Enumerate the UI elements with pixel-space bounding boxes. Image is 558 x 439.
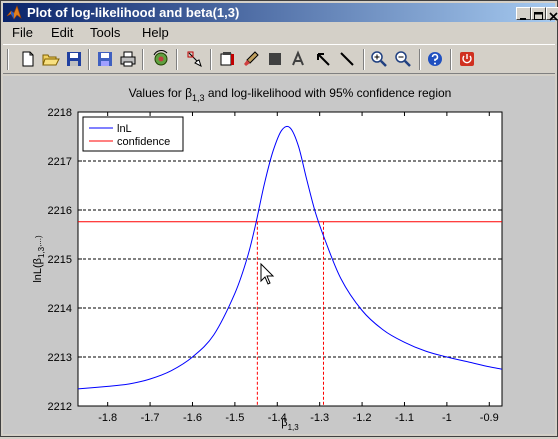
close-button[interactable] <box>546 7 558 21</box>
title-bar[interactable]: Plot of log-likelihood and beta(1,3) <box>3 3 558 22</box>
x-tick-label: -1.8 <box>98 412 117 424</box>
printer-icon <box>120 51 136 67</box>
toolbar-separator <box>176 49 178 70</box>
x-tick-label: -1.7 <box>141 412 160 424</box>
help-icon <box>428 52 442 66</box>
figure-window: Plot of log-likelihood and beta(1,3) Fil… <box>0 0 558 437</box>
y-tick-label: 2214 <box>48 303 72 315</box>
menu-tools[interactable]: Tools <box>90 24 120 41</box>
x-tick-label: -1.6 <box>183 412 202 424</box>
maximize-button[interactable] <box>531 7 546 20</box>
y-tick-label: 2216 <box>48 205 72 217</box>
legend-label-lnl: lnL <box>117 123 132 135</box>
toolbar-separator <box>88 49 90 70</box>
new-figure-button[interactable] <box>18 49 38 69</box>
rectangle-icon <box>269 53 281 65</box>
close-icon <box>549 12 558 21</box>
y-tick-label: 2212 <box>48 401 72 413</box>
legend-label-confidence: confidence <box>117 136 170 148</box>
edit-plot-button[interactable] <box>185 49 205 69</box>
rotate-3d-button[interactable] <box>151 49 171 69</box>
save-as-button[interactable] <box>95 49 115 69</box>
x-tick-label: -1 <box>442 412 452 424</box>
menu-edit[interactable]: Edit <box>51 24 73 41</box>
line-icon <box>340 52 354 66</box>
brush-icon <box>244 51 259 66</box>
floppy-disk-icon <box>67 52 81 66</box>
y-tick-label: 2217 <box>48 156 72 168</box>
zoom-out-button[interactable] <box>393 49 413 69</box>
insert-colorbar-button[interactable] <box>217 49 237 69</box>
x-tick-label: -1.5 <box>225 412 244 424</box>
legend[interactable]: lnL confidence <box>82 116 184 152</box>
colorbar-icon <box>220 52 234 66</box>
zoom-in-icon <box>371 51 387 67</box>
x-tick-label: -0.9 <box>480 412 499 424</box>
open-file-button[interactable] <box>41 49 61 69</box>
y-tick-label: 2215 <box>48 254 72 266</box>
toolbar-grip <box>7 49 9 70</box>
insert-rectangle-button[interactable] <box>265 49 285 69</box>
save-button[interactable] <box>64 49 84 69</box>
zoom-in-button[interactable] <box>369 49 389 69</box>
minimize-button[interactable] <box>516 7 531 20</box>
brush-button[interactable] <box>241 49 261 69</box>
rotate-3d-icon <box>153 50 168 66</box>
text-icon <box>292 50 304 66</box>
matlab-logo-icon <box>6 5 22 20</box>
save-as-icon <box>98 52 112 66</box>
menu-bar: File Edit Tools Help <box>3 23 555 42</box>
chart-title: Values for β1,3 and log-likelihood with … <box>129 86 452 103</box>
insert-line-button[interactable] <box>337 49 357 69</box>
insert-arrow-button[interactable] <box>313 49 333 69</box>
plot-svg: Values for β1,3 and log-likelihood with … <box>32 86 503 432</box>
help-button[interactable] <box>425 49 445 69</box>
new-document-icon <box>22 51 34 67</box>
figure-canvas: Values for β1,3 and log-likelihood with … <box>3 76 555 434</box>
power-stop-icon <box>460 52 474 66</box>
stop-button[interactable] <box>457 49 477 69</box>
x-tick-label: -1.1 <box>395 412 414 424</box>
menu-help[interactable]: Help <box>142 24 169 41</box>
x-tick-label: -1.3 <box>310 412 329 424</box>
edit-plot-icon <box>187 51 202 67</box>
toolbar-separator <box>363 49 365 70</box>
toolbar-separator <box>142 49 144 70</box>
insert-text-button[interactable] <box>288 49 308 69</box>
print-button[interactable] <box>118 49 138 69</box>
toolbar-separator <box>419 49 421 70</box>
menu-file[interactable]: File <box>12 24 33 41</box>
window-title: Plot of log-likelihood and beta(1,3) <box>27 5 240 20</box>
figure-toolbar <box>3 44 555 74</box>
toolbar-separator <box>210 49 212 70</box>
y-tick-label: 2213 <box>48 352 72 364</box>
open-folder-icon <box>42 54 60 66</box>
y-axis-label: lnL(β1,3,...) <box>32 235 46 283</box>
arrow-icon <box>317 53 330 66</box>
maximize-icon <box>534 12 543 20</box>
toolbar-separator <box>450 49 452 70</box>
x-axis-label: β1,3 <box>281 417 299 432</box>
zoom-out-icon <box>395 51 411 67</box>
minimize-icon <box>520 18 526 20</box>
y-tick-label: 2218 <box>48 107 72 119</box>
x-tick-label: -1.2 <box>353 412 372 424</box>
